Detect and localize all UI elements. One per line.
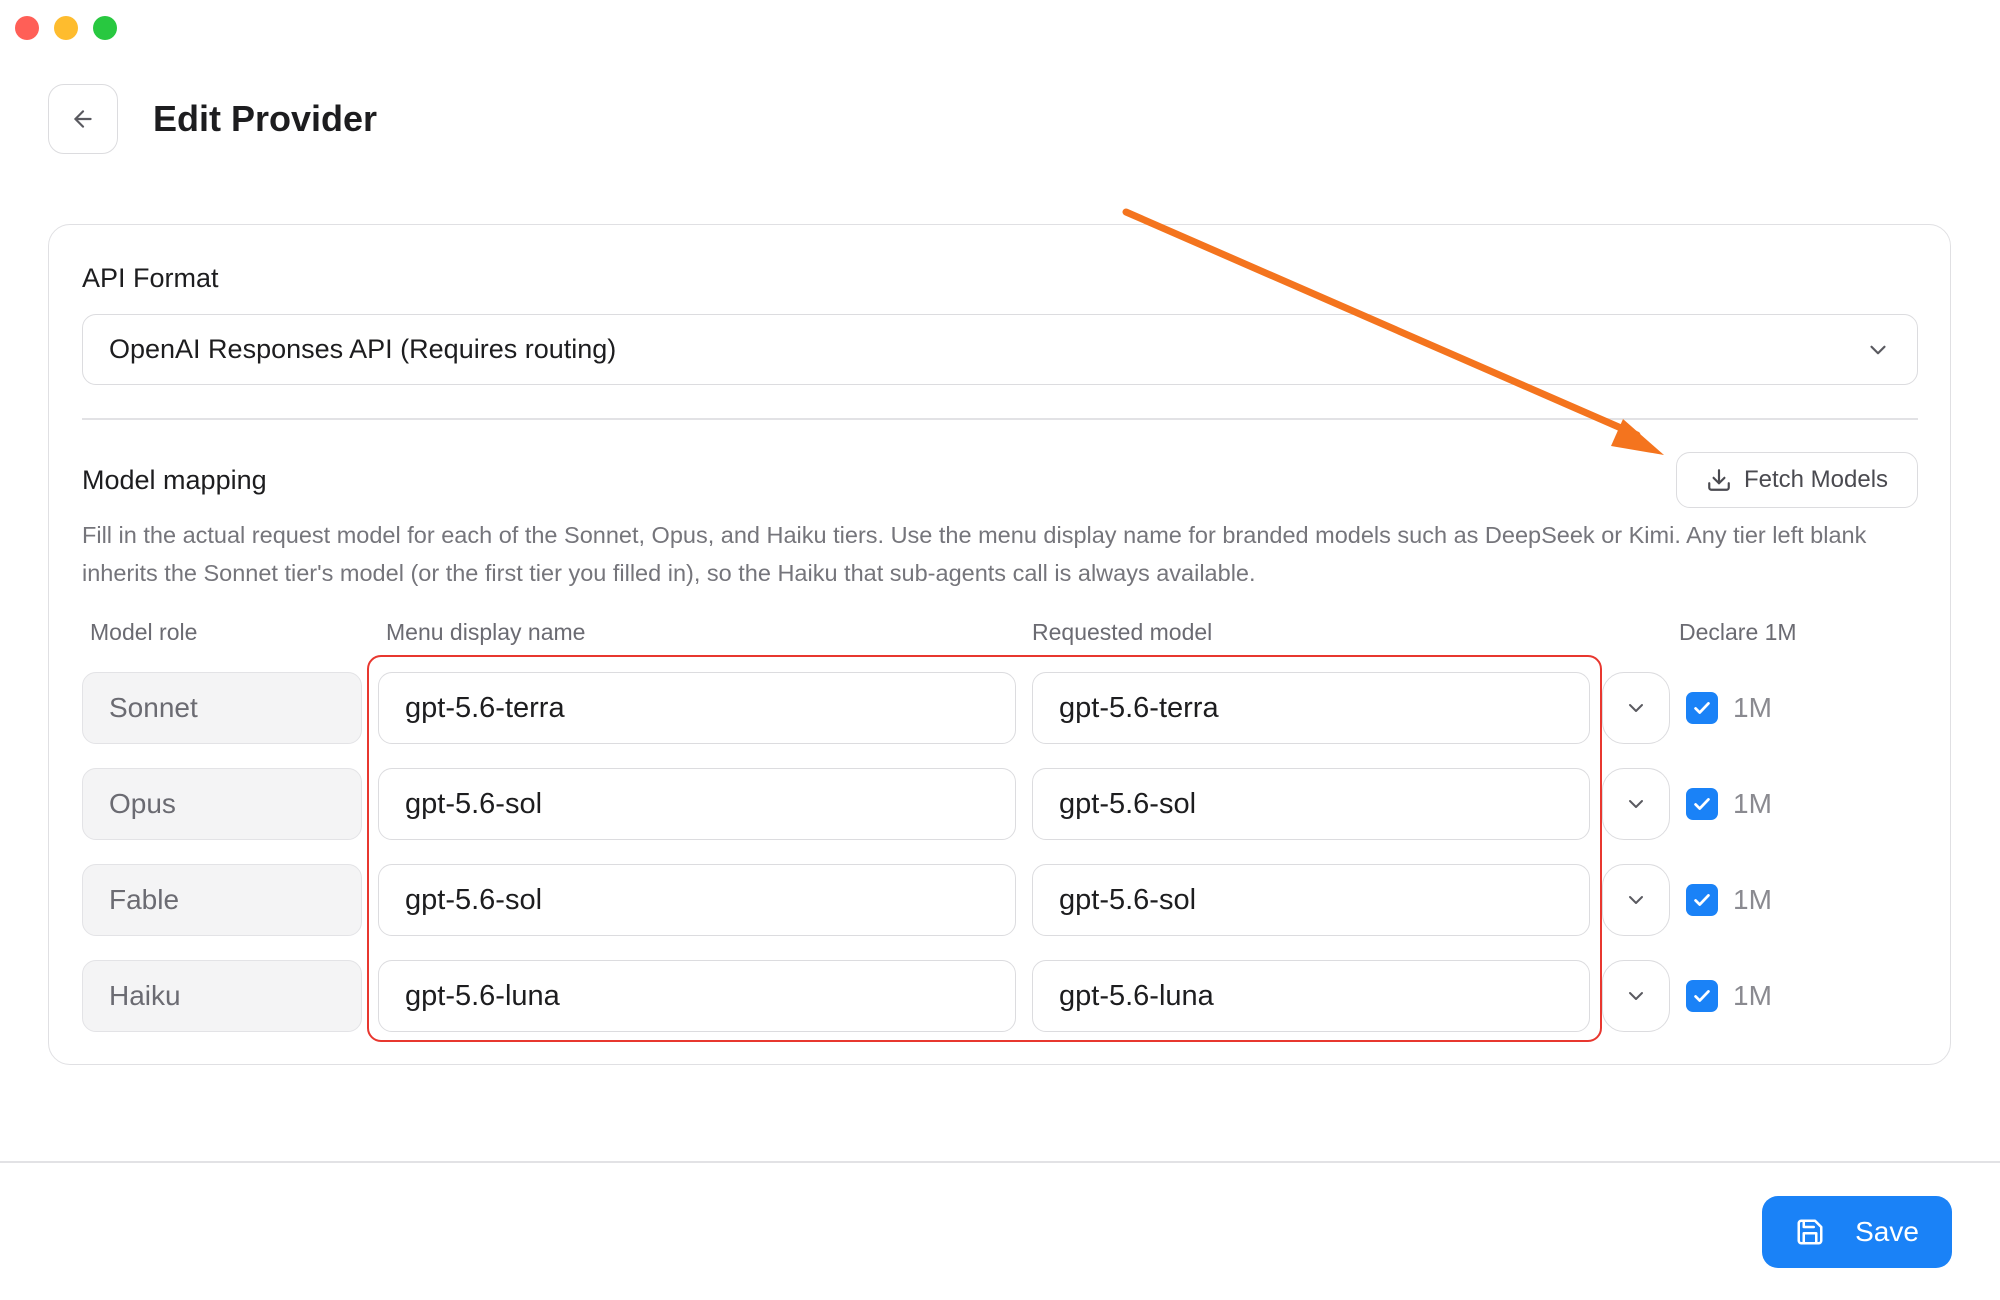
model-mapping-description: Fill in the actual request model for eac… — [82, 522, 1867, 586]
model-mapping-label: Model mapping — [82, 465, 267, 495]
declare-1m-checkbox[interactable] — [1686, 788, 1718, 820]
checkmark-icon — [1694, 894, 1710, 906]
model-dropdown-button[interactable] — [1602, 768, 1670, 840]
download-icon — [1708, 469, 1730, 491]
mapping-row-fable: Fable gpt-5.6-sol gpt-5.6-sol 1M — [0, 864, 2000, 936]
chevron-down-icon — [1629, 800, 1643, 808]
model-role-field: Opus — [82, 768, 362, 840]
api-format-label: API Format — [82, 263, 219, 293]
api-format-select[interactable]: OpenAI Responses API (Requires routing) — [82, 314, 1918, 385]
model-dropdown-button[interactable] — [1602, 864, 1670, 936]
save-button[interactable]: Save — [1762, 1196, 1952, 1268]
chevron-down-icon — [1870, 345, 1886, 354]
back-button[interactable] — [48, 84, 118, 154]
declare-1m-checkbox[interactable] — [1686, 692, 1718, 724]
declare-1m-label: 1M — [1733, 788, 1772, 819]
declare-1m-label: 1M — [1733, 692, 1772, 723]
checkmark-icon — [1694, 798, 1710, 810]
zoom-window-button[interactable] — [93, 16, 117, 40]
minimize-window-button[interactable] — [54, 16, 78, 40]
page-title: Edit Provider — [153, 98, 378, 139]
requested-model-input[interactable]: gpt-5.6-sol — [1032, 864, 1590, 936]
chevron-down-icon — [1629, 992, 1643, 1000]
model-role-field: Haiku — [82, 960, 362, 1032]
footer-divider — [0, 1161, 2000, 1163]
display-name-input[interactable]: gpt-5.6-sol — [378, 864, 1016, 936]
display-name-input[interactable]: gpt-5.6-sol — [378, 768, 1016, 840]
checkmark-icon — [1694, 990, 1710, 1002]
mapping-row-opus: Opus gpt-5.6-sol gpt-5.6-sol 1M — [0, 768, 2000, 840]
window-controls — [15, 16, 117, 40]
model-dropdown-button[interactable] — [1602, 672, 1670, 744]
model-dropdown-button[interactable] — [1602, 960, 1670, 1032]
requested-model-input[interactable]: gpt-5.6-sol — [1032, 768, 1590, 840]
declare-1m-label: 1M — [1733, 884, 1772, 915]
save-icon — [1797, 1219, 1823, 1245]
fetch-models-label: Fetch Models — [1743, 466, 1889, 493]
model-role-field: Fable — [82, 864, 362, 936]
requested-model-input[interactable]: gpt-5.6-luna — [1032, 960, 1590, 1032]
chevron-down-icon — [1629, 704, 1643, 712]
declare-1m-checkbox[interactable] — [1686, 980, 1718, 1012]
display-name-input[interactable]: gpt-5.6-luna — [378, 960, 1016, 1032]
declare-1m-checkbox[interactable] — [1686, 884, 1718, 916]
checkmark-icon — [1694, 702, 1710, 714]
column-header-role: Model role — [90, 619, 198, 645]
column-header-declare: Declare 1M — [1679, 619, 1797, 645]
column-header-display: Menu display name — [386, 619, 586, 645]
close-window-button[interactable] — [15, 16, 39, 40]
chevron-down-icon — [1629, 896, 1643, 904]
declare-1m-label: 1M — [1733, 980, 1772, 1011]
display-name-input[interactable]: gpt-5.6-terra — [378, 672, 1016, 744]
mapping-row-haiku: Haiku gpt-5.6-luna gpt-5.6-luna 1M — [0, 960, 2000, 1032]
requested-model-input[interactable]: gpt-5.6-terra — [1032, 672, 1590, 744]
mapping-row-sonnet: Sonnet gpt-5.6-terra gpt-5.6-terra 1M — [0, 672, 2000, 744]
section-divider — [82, 418, 1918, 420]
api-format-value: OpenAI Responses API (Requires routing) — [109, 334, 617, 364]
column-header-requested: Requested model — [1032, 619, 1213, 645]
fetch-models-button[interactable]: Fetch Models — [1676, 452, 1918, 508]
save-label: Save — [1855, 1216, 1919, 1247]
model-role-field: Sonnet — [82, 672, 362, 744]
back-arrow-icon — [74, 110, 92, 128]
